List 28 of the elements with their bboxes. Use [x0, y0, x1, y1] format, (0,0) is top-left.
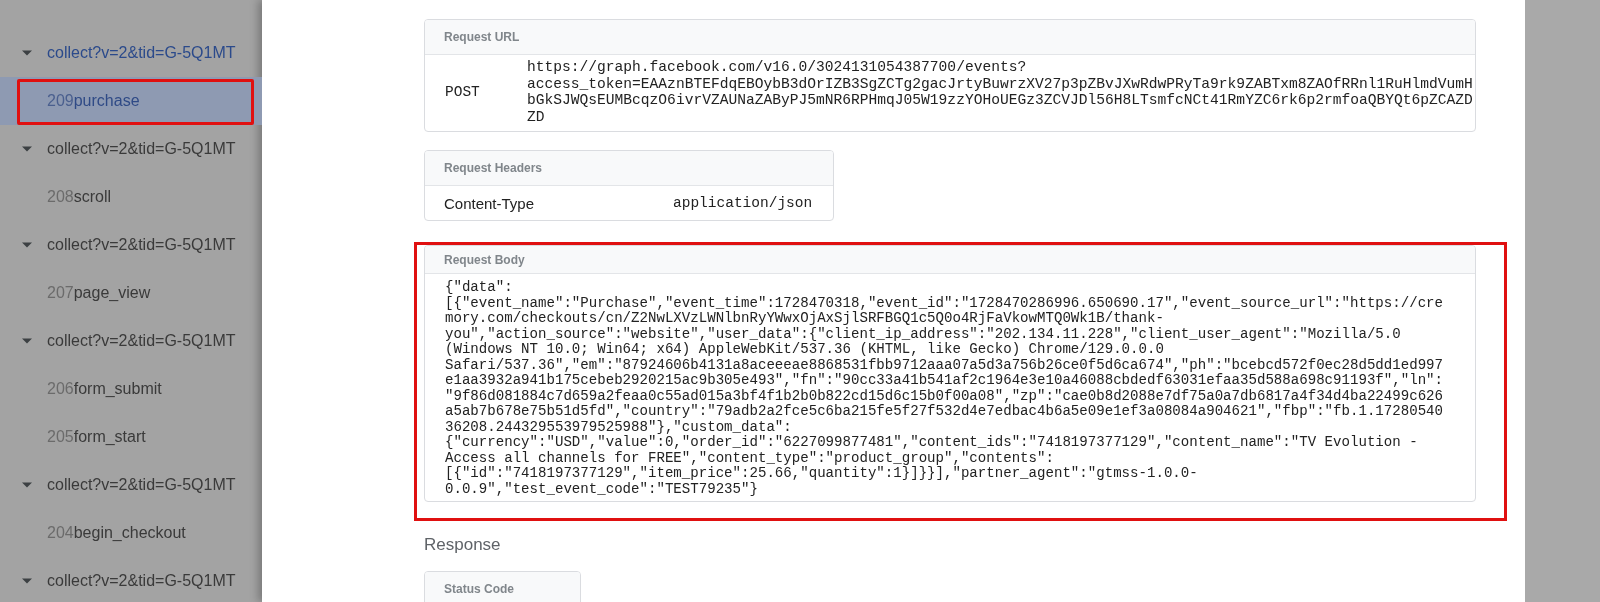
section-title: Response — [424, 535, 502, 556]
card-title: Request Body — [444, 252, 525, 267]
caret-icon[interactable] — [22, 480, 32, 490]
caret-icon[interactable] — [22, 144, 32, 154]
caret-icon[interactable] — [22, 48, 32, 58]
request-body: {"data": [{"event_name":"Purchase","event_time":1728470318,"event_id":"1728470286996.650690.17","event_source_url":"https://cre mory.com/checkouts/cn/Z2NwLXVzLWNlbnRyYWwxOjAxSjlSRFBGQ1c5Q0o4RjFaVkowMTQ0Wk1B/thank- you","action_source":"website","user_data":{"client_ip_address":"202.134.11.228","client_user_agent":"Mozilla/5.0 (Windows NT 10.0; Win64; x64) AppleWebKit/537.36 (KHTML, like Gecko) Chrome/129.0.0.0 Safari/537.36","em":"87924606b4131a8aceeeae8868531fbb9712aaa07a5d3a756b26ce0f5d6ca674","ph":"bcebcd572f0ec28d5dd1ed997 e1aa3932a941b175cebeb2920215ac9b305e493","fn":"90cc33a41b541af2c1964e3e10a46088cbdedf63031efaa35d588a698c91193f","ln": "9f86d081884c7d659a2feaa0c55ad015a3bf4f1b2b0b822cd15d6c15b0f00a08","zp":"cae0b8d2088e7df75a0a7db6817a4f34d4ba22499c626 a5ab7b678e75b51d5fd","country":"79adb2a2fce5c6ba215fe5f27f532d4e7edbac4b6a5e09e1ef3a08084a904621","fbp":"fb.1.17280540 36208.244329553979525988"},"custom_data": {"currency":"USD","value":0,"order_id":"6227099877481","content_ids":"7418197377129","content_name":"TV Evolution - Access all channels for FREE","content_type":"product_group","contents": [{"id":"7418197377129","item_price":25.66,"quantity":1}]}}],"partner_agent":"gtmss-1.0.0- 0.0.9","test_event_code":"TEST79235"} — [444, 278, 1444, 499]
header-value: application/json — [673, 195, 813, 211]
event-item[interactable]: 207page_view — [0, 269, 262, 317]
event-item[interactable]: 209purchase — [0, 77, 262, 125]
request-link[interactable]: collect?v=2&tid=G-5Q1MT — [47, 140, 236, 158]
event-item[interactable]: 206form_submit — [0, 365, 262, 413]
request-link[interactable]: collect?v=2&tid=G-5Q1MT — [47, 332, 236, 350]
request-link[interactable]: collect?v=2&tid=G-5Q1MT — [47, 44, 236, 62]
event-item[interactable]: 204begin_checkout — [0, 509, 262, 557]
request-link[interactable]: collect?v=2&tid=G-5Q1MT — [47, 572, 236, 590]
card-title: Request URL — [444, 30, 520, 44]
request-method: POST — [445, 84, 481, 100]
event-item[interactable]: 208scroll — [0, 173, 262, 221]
caret-icon[interactable] — [22, 240, 32, 250]
card-title: Request Headers — [444, 161, 543, 175]
event-item[interactable]: 205form_start — [0, 413, 262, 461]
caret-icon[interactable] — [22, 336, 32, 346]
request-link[interactable]: collect?v=2&tid=G-5Q1MT — [47, 476, 236, 494]
card-title: Status Code — [444, 582, 514, 596]
header-name: Content-Type — [444, 194, 536, 212]
request-url: https://graph.facebook.com/v16.0/3024131054387700/events? access_token=EAAznBTEFdqEBOybB3dOrIZB3SgZCTg2gacJrtyBuwrzXV27p3pZBvJXwRdwPRyTa9rk9ZABTxm8ZAOfRRnl1RuHlmdVumH bGkSJWQsEUMBcqzO6ivrVZAUNaZAByPJ5mNR6RPHmqJ05W19zzYOHoUEGz3ZCVJDl56H8LTsmfcNCt41RmYZC6rk6p2rmfoaQBYQt6pZCAZD ZD — [527, 59, 1473, 125]
request-link[interactable]: collect?v=2&tid=G-5Q1MT — [47, 236, 236, 254]
caret-icon[interactable] — [22, 576, 32, 586]
